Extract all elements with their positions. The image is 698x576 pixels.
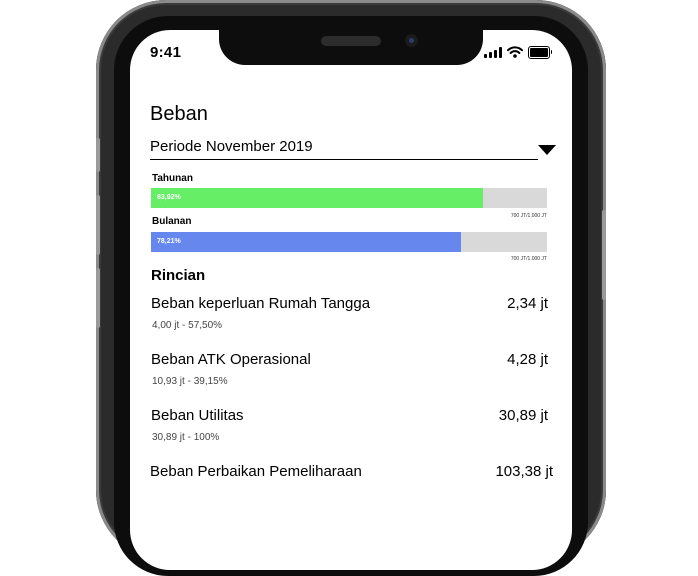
expense-item-amount: 30,89 jt xyxy=(498,407,548,424)
dropdown-arrow-icon[interactable] xyxy=(538,145,556,155)
expense-item-name: Beban keperluan Rumah Tangga xyxy=(151,295,371,312)
section-title: Rincian xyxy=(151,267,206,284)
expense-item-amount: 2,34 jt xyxy=(507,295,548,312)
period-dropdown[interactable]: Periode November 2019 xyxy=(150,137,538,160)
annual-progress-bar: 83,92% xyxy=(151,188,547,208)
speaker xyxy=(321,36,381,46)
expense-item-subtitle: 4,00 jt - 57,50% xyxy=(152,320,223,331)
page-title: Beban xyxy=(150,103,208,125)
monthly-progress-fill: 78,21% xyxy=(151,232,461,252)
expense-item-name: Beban ATK Operasional xyxy=(151,351,311,368)
volume-down-button xyxy=(96,268,100,328)
battery-icon xyxy=(528,45,552,59)
notch xyxy=(219,30,483,65)
period-label: Periode November 2019 xyxy=(150,138,313,155)
silent-switch xyxy=(96,138,100,172)
app-screen: 9:41 Beban Periode November 2019 Tahunan… xyxy=(130,30,572,570)
camera-icon xyxy=(405,34,418,47)
expense-item-name: Beban Utilitas xyxy=(151,407,244,424)
annual-bar-label: Tahunan xyxy=(152,173,193,184)
expense-item-name: Beban Perbaikan Pemeliharaan xyxy=(150,463,362,480)
status-time: 9:41 xyxy=(150,44,182,61)
status-icons xyxy=(484,45,552,59)
monthly-progress-percent: 78,21% xyxy=(157,238,181,245)
annual-bar-caption: 700 JT/1.000 JT xyxy=(510,213,547,219)
monthly-bar-label: Bulanan xyxy=(152,216,192,227)
expense-item-amount: 4,28 jt xyxy=(507,351,548,368)
volume-up-button xyxy=(96,195,100,255)
power-button xyxy=(602,210,606,300)
expense-item-amount: 103,38 jt xyxy=(495,463,553,480)
monthly-progress-bar: 78,21% xyxy=(151,232,547,252)
cellular-signal-icon xyxy=(484,46,502,58)
annual-progress-percent: 83,92% xyxy=(157,194,181,201)
monthly-bar-caption: 700 JT/1.000 JT xyxy=(510,256,547,262)
expense-item-subtitle: 30,89 jt - 100% xyxy=(152,432,220,443)
annual-progress-fill: 83,92% xyxy=(151,188,484,208)
expense-item-subtitle: 10,93 jt - 39,15% xyxy=(152,376,228,387)
wifi-icon xyxy=(507,46,523,58)
